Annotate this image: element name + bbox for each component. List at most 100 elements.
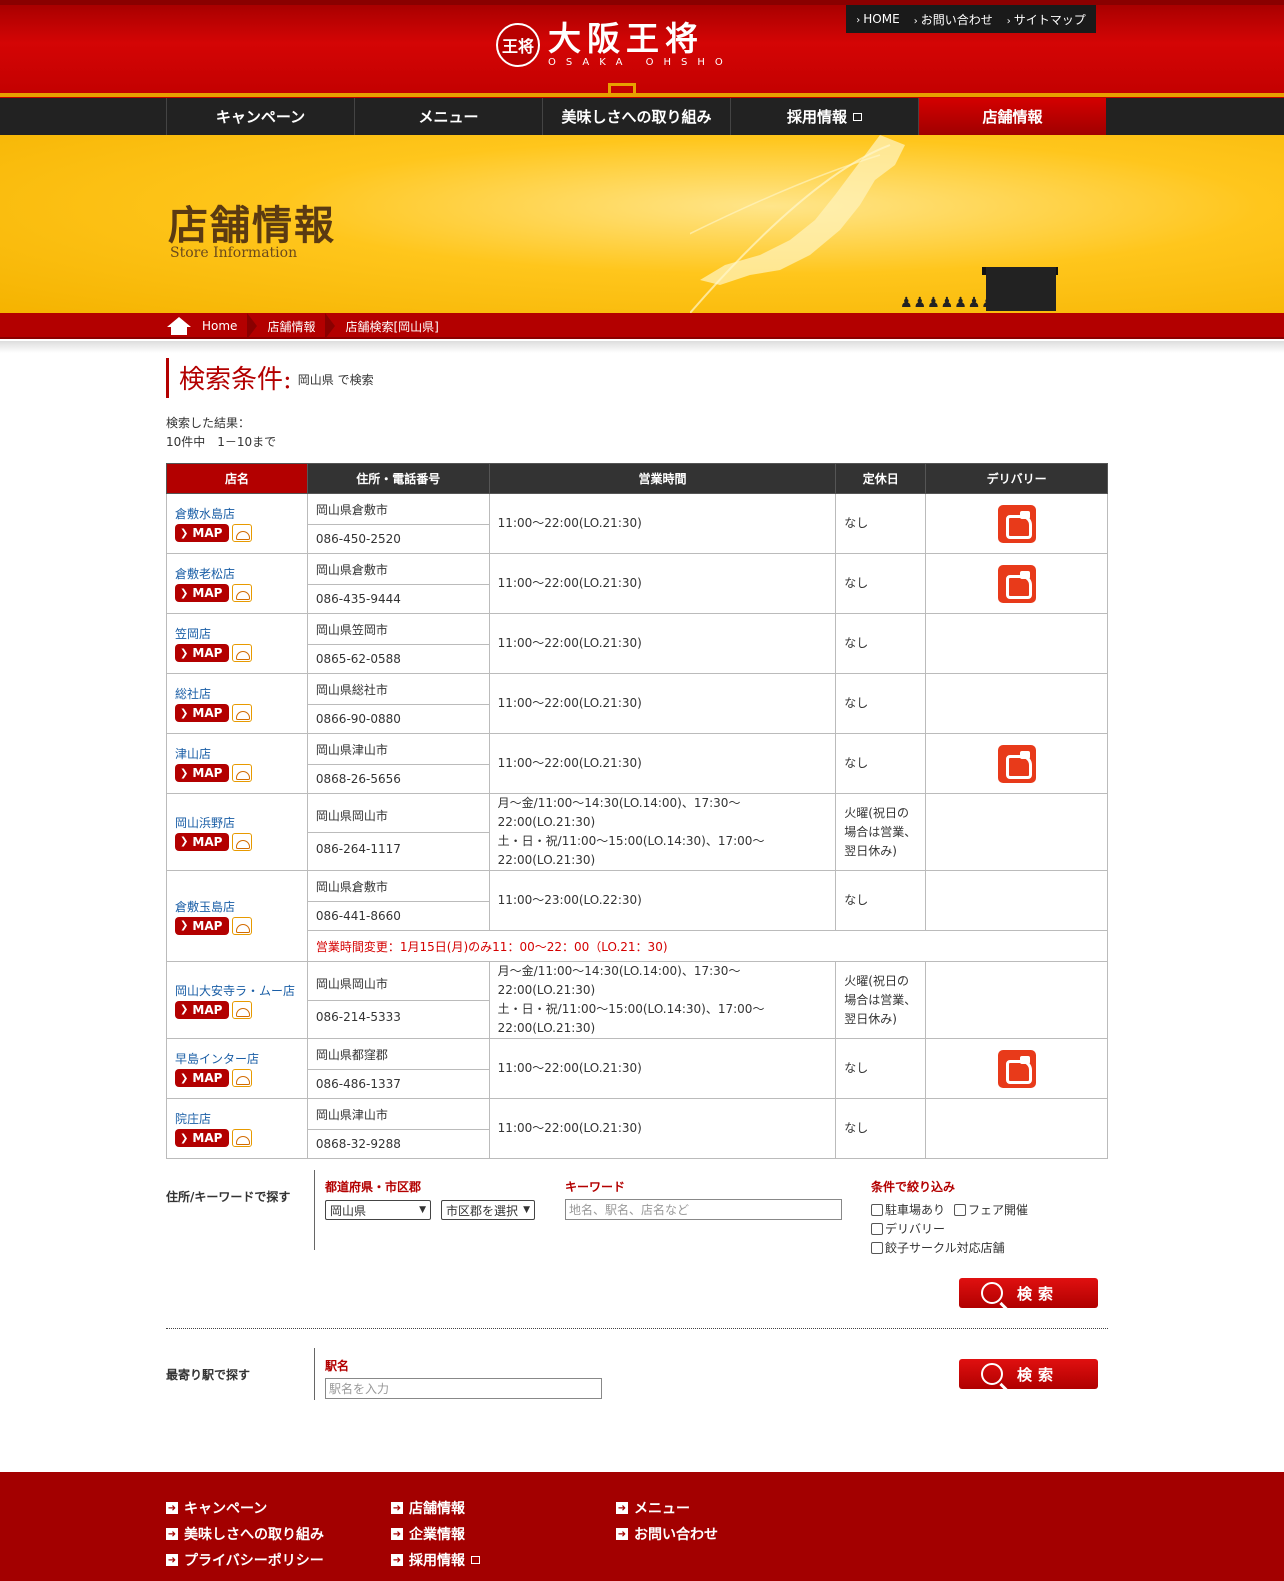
home-icon — [167, 317, 191, 335]
delivery-cell — [925, 733, 1108, 794]
footer-menu[interactable]: ➜ メニュー — [616, 1498, 690, 1518]
store-address: 岡山県倉敷市 — [315, 879, 388, 894]
nav-quality[interactable]: 美味しさへの取り組み — [542, 98, 730, 135]
arrow-icon: ➜ — [616, 1528, 628, 1540]
holiday-cell: なし — [835, 733, 927, 794]
station-search-label: 最寄り駅で探す — [166, 1368, 251, 1382]
checkbox[interactable] — [954, 1203, 966, 1216]
search-condition-heading: 検索条件: 岡山県 で検索 — [166, 358, 374, 398]
checkbox[interactable] — [871, 1203, 883, 1216]
delivery-cell — [925, 673, 1108, 734]
store-holiday: なし — [844, 893, 869, 907]
site-logo[interactable]: 王将 大阪王将 OSAKA OHSHO — [496, 21, 733, 69]
map-button[interactable]: ❯ MAP — [175, 832, 230, 851]
map-button[interactable]: ❯ MAP — [175, 644, 230, 662]
store-name-link[interactable]: 倉敷玉島店 — [175, 898, 299, 915]
breadcrumb-stores[interactable]: 店舗情報 — [267, 318, 315, 335]
city-select[interactable]: 市区郡を選択 ▼ — [441, 1200, 535, 1220]
map-button[interactable]: ❯ MAP — [175, 1069, 230, 1087]
address-search-button[interactable]: 検索 — [959, 1278, 1098, 1308]
map-button[interactable]: ❯ MAP — [175, 1000, 230, 1019]
footer-recruit[interactable]: ➜ 採用情報 — [391, 1550, 480, 1570]
store-hours-weekend: 土・日・祝/11:00～15:00(LO.14:30)、17:00～22:00(… — [497, 1002, 765, 1035]
footer-privacy[interactable]: ➜ プライバシーポリシー — [166, 1550, 324, 1570]
store-name-link[interactable]: 早島インター店 — [175, 1050, 299, 1067]
map-button[interactable]: ❯ MAP — [175, 524, 230, 542]
nav-stores[interactable]: 店舗情報 — [918, 98, 1106, 135]
delivery-icon[interactable] — [997, 744, 1036, 783]
hero-title: 店舗情報 — [168, 202, 336, 249]
store-name-link[interactable]: 総社店 — [175, 685, 299, 702]
checkbox[interactable] — [871, 1222, 883, 1235]
filter-fair[interactable]: フェア開催 — [954, 1201, 1028, 1218]
global-nav: キャンペーン メニュー 美味しさへの取り組み 採用情報 店舗情報 — [0, 98, 1284, 135]
footer-company[interactable]: ➜ 企業情報 — [391, 1524, 465, 1544]
map-button[interactable]: ❯ MAP — [175, 916, 230, 935]
arrow-icon: ➜ — [391, 1502, 403, 1514]
filter-delivery[interactable]: デリバリー — [871, 1220, 945, 1237]
map-button[interactable]: ❯ MAP — [175, 1129, 230, 1147]
store-name-link[interactable]: 倉敷水島店 — [175, 505, 299, 522]
footer-stores[interactable]: ➜ 店舗情報 — [391, 1498, 465, 1518]
nav-menu[interactable]: メニュー — [354, 98, 542, 135]
breadcrumb-home[interactable]: Home — [202, 319, 237, 333]
filter-gyoza-circle[interactable]: 餃子サークル対応店舗 — [871, 1239, 1005, 1256]
holiday-cell: 火曜(祝日の場合は営業、翌日休み) — [835, 793, 927, 871]
store-phone: 0865-62-0588 — [307, 643, 489, 673]
footer-quality[interactable]: ➜ 美味しさへの取り組み — [166, 1524, 324, 1544]
result-summary: 検索した結果： 10件中 1－10まで — [166, 414, 276, 452]
pref-select[interactable]: 岡山県 ▼ — [325, 1200, 431, 1220]
store-address: 岡山県笠岡市 — [315, 622, 388, 637]
store-phone: 086-486-1337 — [307, 1068, 489, 1098]
footer-contact[interactable]: ➜ お問い合わせ — [616, 1524, 718, 1544]
chevron-right-icon: ❯ — [180, 920, 189, 931]
store-name-link[interactable]: 岡山大安寺ラ・ムー店 — [175, 982, 299, 999]
address-cell: 岡山県笠岡市 0865-62-0588 — [306, 613, 490, 674]
checkbox[interactable] — [871, 1241, 883, 1254]
logo-emblem-icon: 王将 — [496, 23, 540, 67]
store-name-link[interactable]: 津山店 — [175, 745, 299, 762]
store-holiday: なし — [844, 1061, 869, 1075]
address-cell: 岡山県岡山市 086-214-5333 — [306, 961, 490, 1039]
footer-campaign[interactable]: ➜ キャンペーン — [166, 1498, 267, 1518]
store-hours: 11:00～22:00(LO.21:30) — [497, 636, 642, 650]
store-name-cell: 岡山大安寺ラ・ムー店 ❯ MAP — [166, 961, 308, 1039]
hours-cell: 月～金/11:00～14:30(LO.14:00)、17:30～22:00(LO… — [488, 961, 837, 1039]
store-hours: 11:00～22:00(LO.21:30) — [497, 1121, 642, 1135]
delivery-icon[interactable] — [997, 564, 1036, 603]
hours-cell: 11:00～22:00(LO.21:30) — [488, 673, 837, 734]
station-search-button[interactable]: 検索 — [959, 1359, 1098, 1389]
arrow-icon: ➜ — [616, 1502, 628, 1514]
gyoza-icon — [232, 584, 253, 602]
map-button[interactable]: ❯ MAP — [175, 764, 230, 782]
nav-recruit[interactable]: 採用情報 — [730, 98, 918, 135]
util-contact-link[interactable]: › お問い合わせ — [914, 11, 993, 28]
nav-campaign[interactable]: キャンペーン — [166, 98, 354, 135]
chevron-right-icon: ❯ — [180, 647, 189, 659]
store-name-link[interactable]: 笠岡店 — [175, 625, 299, 642]
store-name-link[interactable]: 院庄店 — [175, 1110, 299, 1127]
store-name-cell: 早島インター店 ❯ MAP — [166, 1038, 308, 1099]
delivery-cell — [925, 870, 1108, 931]
external-link-icon — [853, 112, 862, 121]
store-name-link[interactable]: 岡山浜野店 — [175, 814, 299, 831]
keyword-input[interactable]: 地名、駅名、店名など — [565, 1199, 842, 1220]
filter-parking[interactable]: 駐車場あり — [871, 1201, 945, 1218]
map-button[interactable]: ❯ MAP — [175, 704, 230, 722]
address-cell: 岡山県倉敷市 086-450-2520 — [306, 493, 490, 554]
hours-cell: 11:00～22:00(LO.21:30) — [488, 1038, 837, 1099]
util-sitemap-link[interactable]: › サイトマップ — [1007, 11, 1086, 28]
store-address: 岡山県倉敷市 — [315, 562, 388, 577]
arrow-icon: ➜ — [166, 1502, 178, 1514]
util-home-link[interactable]: › HOME — [856, 12, 899, 26]
delivery-icon[interactable] — [997, 1049, 1036, 1088]
map-button[interactable]: ❯ MAP — [175, 584, 230, 602]
store-name-link[interactable]: 倉敷老松店 — [175, 565, 299, 582]
station-input[interactable]: 駅名を入力 — [325, 1378, 602, 1399]
delivery-icon[interactable] — [997, 504, 1036, 543]
delivery-cell — [925, 961, 1108, 1039]
store-holiday: 火曜(祝日の場合は営業、翌日休み) — [844, 973, 917, 1026]
store-address: 岡山県津山市 — [315, 1107, 388, 1122]
delivery-cell — [925, 493, 1108, 554]
form-separator — [166, 1328, 1108, 1329]
